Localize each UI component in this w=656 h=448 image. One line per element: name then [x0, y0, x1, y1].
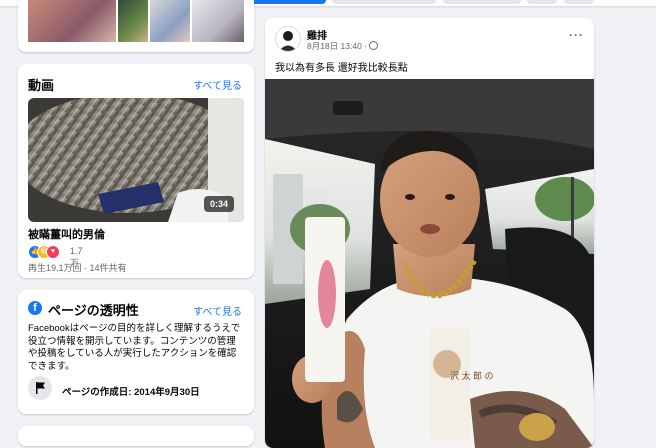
facebook-icon: f — [28, 301, 42, 315]
tab[interactable] — [332, 0, 436, 4]
flag-icon — [28, 376, 52, 400]
post-photo[interactable]: 沢 太 郎 の — [265, 79, 594, 448]
love-reaction-icon: ♥ — [46, 245, 60, 259]
bag-text: 沢 太 郎 の — [450, 370, 494, 381]
page-transparency-card: f ページの透明性 すべて見る Facebookはページの目的を詳しく理解するう… — [18, 290, 254, 414]
photo-thumbnail[interactable] — [192, 0, 244, 42]
video-meta: 再生19.1万回 · 14件共有 — [28, 263, 127, 273]
post-text: 我以為有多長 還好我比較長點 — [275, 63, 408, 74]
video-duration-badge: 0:34 — [203, 196, 234, 212]
tab[interactable] — [564, 0, 594, 4]
video-thumbnail[interactable]: 0:34 — [28, 98, 244, 222]
post-author-avatar[interactable] — [275, 26, 301, 52]
page-created-date: ページの作成日: 2014年9月30日 — [62, 387, 200, 398]
transparency-title: ページの透明性 — [48, 303, 139, 318]
tab[interactable] — [443, 0, 521, 4]
photos-card — [18, 0, 254, 52]
videos-section-title: 動画 — [28, 78, 55, 93]
photo-thumbnail[interactable] — [28, 0, 116, 42]
man-in-car-photo: 沢 太 郎 の — [265, 79, 594, 448]
more-options-button[interactable]: ··· — [569, 28, 584, 42]
video-title[interactable]: 被瞞薑叫的男倫 — [28, 226, 105, 242]
post-card: 雞排 8月18日 13:40 · ··· 我以為有多長 還好我比較長點 沢 太 … — [265, 18, 594, 448]
photo-thumbnail[interactable] — [150, 0, 190, 42]
videos-card: 動画 すべて見る 0:34 被瞞薑叫的男倫 👍 😆 ♥ 1.7万 再生19.1万… — [18, 64, 254, 278]
transparency-see-all-link[interactable]: すべて見る — [193, 303, 242, 318]
globe-icon — [369, 41, 378, 50]
tab[interactable] — [527, 0, 557, 4]
post-timestamp[interactable]: 8月18日 13:40 · — [307, 40, 367, 52]
videos-see-all-link[interactable]: すべて見る — [193, 77, 242, 92]
transparency-description: Facebookはページの目的を詳しく理解するうえで役立つ情報を開示しています。… — [28, 323, 241, 372]
next-card — [18, 426, 254, 446]
photo-thumbnail[interactable] — [118, 0, 148, 42]
